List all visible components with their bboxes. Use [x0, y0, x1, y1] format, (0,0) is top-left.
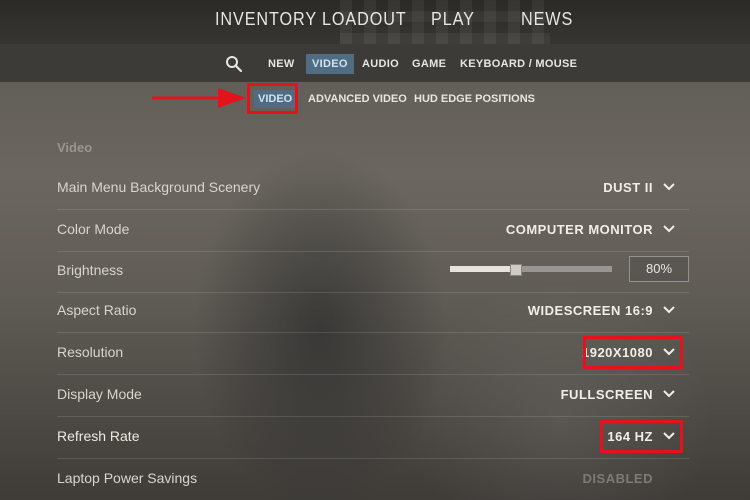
setting-value-dropdown[interactable]: DUST II	[603, 180, 653, 195]
slider-fill	[450, 266, 515, 272]
setting-label: Aspect Ratio	[57, 302, 137, 318]
settings-tab-bar: NEW VIDEO AUDIO GAME KEYBOARD / MOUSE	[0, 44, 750, 82]
setting-row-display-mode[interactable]: Display Mode FULLSCREEN	[57, 374, 689, 417]
top-navigation-bar: INVENTORY LOADOUT PLAY NEWS	[0, 0, 750, 44]
subtab-advanced-video[interactable]: ADVANCED VIDEO	[308, 90, 407, 108]
setting-value-dropdown[interactable]: DISABLED	[583, 471, 653, 486]
setting-row-background-scenery[interactable]: Main Menu Background Scenery DUST II	[57, 167, 689, 210]
chevron-down-icon[interactable]	[663, 305, 675, 315]
slider-handle[interactable]	[509, 264, 522, 276]
setting-value-dropdown[interactable]: FULLSCREEN	[561, 387, 653, 402]
red-arrow-icon	[152, 88, 246, 108]
setting-row-brightness[interactable]: Brightness 80%	[57, 250, 689, 293]
tab-audio[interactable]: AUDIO	[362, 54, 399, 74]
tab-new[interactable]: NEW	[268, 54, 295, 74]
setting-label: Laptop Power Savings	[57, 470, 198, 486]
setting-row-color-mode[interactable]: Color Mode COMPUTER MONITOR	[57, 209, 689, 252]
setting-label: Resolution	[57, 344, 124, 360]
search-icon[interactable]	[225, 55, 243, 73]
section-title: Video	[57, 140, 93, 155]
tab-keyboard-mouse[interactable]: KEYBOARD / MOUSE	[460, 54, 577, 74]
setting-label: Main Menu Background Scenery	[57, 179, 261, 195]
subtab-hud-edge-positions[interactable]: HUD EDGE POSITIONS	[414, 90, 535, 108]
nav-inventory[interactable]: INVENTORY	[215, 9, 317, 30]
tab-video[interactable]: VIDEO	[306, 54, 354, 74]
tab-game[interactable]: GAME	[412, 54, 446, 74]
nav-news[interactable]: NEWS	[521, 9, 573, 30]
setting-value-dropdown[interactable]: COMPUTER MONITOR	[506, 222, 653, 237]
setting-row-aspect-ratio[interactable]: Aspect Ratio WIDESCREEN 16:9	[57, 290, 689, 333]
setting-row-refresh-rate[interactable]: Refresh Rate 164 HZ	[57, 416, 689, 459]
highlight-box-video-tab	[247, 83, 298, 114]
setting-label: Color Mode	[57, 221, 130, 237]
brightness-value-input[interactable]: 80%	[629, 256, 689, 282]
setting-value-dropdown[interactable]: WIDESCREEN 16:9	[528, 303, 653, 318]
setting-label: Display Mode	[57, 386, 142, 402]
brightness-slider[interactable]	[450, 264, 612, 276]
nav-loadout[interactable]: LOADOUT	[322, 9, 407, 30]
chevron-down-icon[interactable]	[663, 224, 675, 234]
setting-row-laptop-power-savings[interactable]: Laptop Power Savings DISABLED	[57, 458, 689, 500]
setting-label: Refresh Rate	[57, 428, 140, 444]
chevron-down-icon[interactable]	[663, 182, 675, 192]
highlight-box-refresh-rate	[600, 420, 683, 453]
chevron-down-icon[interactable]	[663, 389, 675, 399]
nav-play[interactable]: PLAY	[431, 9, 475, 30]
setting-label: Brightness	[57, 262, 124, 278]
highlight-box-resolution	[583, 336, 683, 369]
